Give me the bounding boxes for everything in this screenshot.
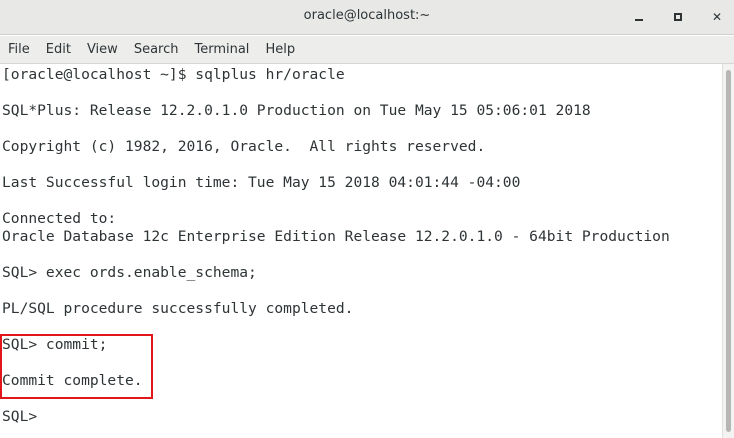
terminal-line: PL/SQL procedure successfully completed. [2, 300, 354, 317]
menu-search[interactable]: Search [126, 36, 187, 64]
menu-help[interactable]: Help [257, 36, 303, 64]
terminal-line: Connected to: [2, 210, 117, 227]
menu-edit[interactable]: Edit [38, 36, 79, 64]
terminal-line: [oracle@localhost ~]$ sqlplus hr/oracle [2, 66, 345, 83]
terminal-window: oracle@localhost:~ ✕ File Edit View Sear… [0, 0, 734, 438]
minimize-icon [635, 19, 643, 21]
menu-terminal[interactable]: Terminal [186, 36, 257, 64]
title-bar[interactable]: oracle@localhost:~ ✕ [0, 0, 734, 35]
scrollbar[interactable] [722, 64, 734, 438]
terminal-line: Oracle Database 12c Enterprise Edition R… [2, 228, 670, 245]
highlight-box [0, 334, 153, 399]
menu-file[interactable]: File [0, 36, 38, 64]
terminal-line: Copyright (c) 1982, 2016, Oracle. All ri… [2, 138, 486, 155]
terminal-line: SQL> exec ords.enable_schema; [2, 264, 257, 281]
menu-view[interactable]: View [79, 36, 126, 64]
minimize-button[interactable] [628, 6, 650, 28]
menu-bar: File Edit View Search Terminal Help [0, 36, 734, 64]
maximize-button[interactable] [667, 6, 689, 28]
scrollbar-thumb[interactable] [726, 70, 731, 432]
close-icon: ✕ [711, 10, 723, 24]
close-button[interactable]: ✕ [706, 6, 728, 28]
window-title: oracle@localhost:~ [303, 8, 431, 23]
terminal-line: Last Successful login time: Tue May 15 2… [2, 174, 521, 191]
terminal-prompt: SQL> [2, 408, 38, 425]
terminal-line: SQL*Plus: Release 12.2.0.1.0 Production … [2, 102, 591, 119]
maximize-icon [674, 13, 682, 21]
